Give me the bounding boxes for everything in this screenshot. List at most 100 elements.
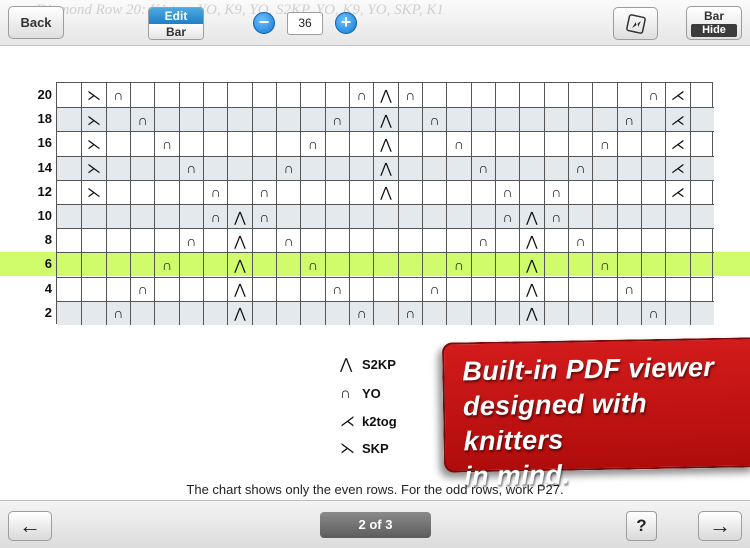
chart-cell (519, 108, 543, 132)
s2kp-icon: ⋀ (227, 205, 251, 229)
previous-page-button[interactable]: ← (8, 511, 52, 541)
chart-cell (202, 253, 227, 277)
chart-cell (373, 253, 397, 277)
chart-row-20: ⋋ ∩ ∩ ⋀ ∩ ∩ ⋌ (57, 83, 714, 108)
chart-cell (446, 180, 470, 204)
chart-cell (251, 132, 276, 156)
yo-icon: ∩ (324, 108, 349, 132)
chart-cell (202, 301, 227, 325)
chart-cell (519, 156, 543, 180)
chart-cell (470, 253, 495, 277)
chart-cell (616, 132, 641, 156)
chart-cell (494, 108, 519, 132)
bar-hide-bottom-label: Hide (691, 24, 737, 37)
edit-bar-button[interactable]: Edit Bar (148, 7, 204, 40)
page-indicator[interactable]: 2 of 3 (320, 512, 431, 538)
chart-cell (348, 156, 373, 180)
s2kp-icon: ⋀ (519, 277, 543, 301)
legend-label: SKP (362, 440, 389, 456)
chart-cell (324, 301, 349, 325)
chart-cell (275, 253, 300, 277)
edit-label: Edit (149, 8, 203, 24)
skp-icon: ⋋ (81, 132, 105, 156)
chart-cell (227, 180, 251, 204)
chart-cell (57, 253, 81, 276)
chart-cell (178, 180, 203, 204)
chart-cell (202, 156, 227, 180)
chart-cell (689, 253, 714, 277)
skp-icon: ⋋ (340, 440, 355, 457)
share-arrow-icon (625, 13, 646, 34)
chart-cell (470, 277, 495, 301)
next-page-button[interactable]: → (698, 511, 742, 541)
yo-icon: ∩ (300, 253, 324, 277)
yo-icon: ∩ (154, 253, 178, 277)
chart-cell (251, 229, 276, 253)
chart-cell (275, 277, 300, 301)
increment-row-button[interactable]: + (335, 12, 357, 34)
chart-cell (616, 180, 641, 204)
yo-icon: ∩ (348, 83, 373, 108)
yo-icon: ∩ (640, 301, 665, 325)
chart-cell (640, 156, 665, 180)
row-label-16: 16 (37, 135, 52, 151)
s2kp-icon: ⋀ (519, 205, 543, 229)
chart-cell (154, 205, 178, 229)
chart-cell (348, 108, 373, 132)
chart-cell (592, 301, 616, 325)
chart-cell (300, 83, 324, 108)
chart-row-10: ∩ ⋀ ∩ ∩ ⋀ ∩ (57, 204, 714, 229)
decrement-row-button[interactable]: − (253, 12, 275, 34)
share-button[interactable] (613, 7, 658, 40)
chart-cell (275, 301, 300, 325)
yo-icon: ∩ (202, 180, 227, 204)
yo-icon: ∩ (397, 301, 422, 325)
skp-icon: ⋋ (81, 108, 105, 132)
chart-cell (567, 301, 592, 325)
chart-cell (202, 108, 227, 132)
chart-cell (105, 277, 130, 301)
chart-cell (470, 205, 495, 229)
yo-icon: ∩ (494, 180, 519, 204)
chart-cell (373, 229, 397, 253)
legend-label: k2tog (362, 413, 397, 429)
row-number-field[interactable]: 36 (287, 12, 323, 35)
chart-cell (275, 132, 300, 156)
chart-cell (57, 157, 81, 180)
chart-cell (154, 156, 178, 180)
chart-cell (519, 180, 543, 204)
chart-cell (57, 302, 81, 325)
chart-cell (129, 156, 154, 180)
chart-cell (105, 253, 130, 277)
help-button[interactable]: ? (626, 511, 657, 541)
bar-label: Bar (149, 24, 203, 39)
k2tog-icon: ⋌ (665, 83, 689, 108)
chart-cell (300, 205, 324, 229)
chart-cell (616, 229, 641, 253)
chart-cell (567, 132, 592, 156)
chart-cell (178, 108, 203, 132)
bar-hide-button[interactable]: Bar Hide (686, 6, 742, 40)
chart-cell (348, 180, 373, 204)
s2kp-icon: ⋀ (227, 301, 251, 325)
chart-cell (105, 156, 130, 180)
chart-cell (57, 108, 81, 131)
yo-icon: ∩ (470, 156, 495, 180)
chart-cell (373, 301, 397, 325)
chart-cell (543, 83, 568, 108)
chart-cell (300, 156, 324, 180)
k2tog-icon: ⋌ (665, 108, 689, 132)
chart-cell (470, 132, 495, 156)
back-button[interactable]: Back (8, 6, 64, 39)
chart-cell (57, 278, 81, 301)
chart-cell (446, 229, 470, 253)
k2tog-icon: ⋌ (340, 413, 355, 430)
yo-icon: ∩ (470, 229, 495, 253)
chart-cell (616, 83, 641, 108)
yo-icon: ∩ (592, 132, 616, 156)
chart-cell (57, 229, 81, 252)
s2kp-icon: ⋀ (373, 156, 397, 180)
chart-cell (689, 132, 714, 156)
chart-row-18: ⋋ ∩ ∩ ⋀ ∩ ∩ ⋌ (57, 107, 714, 132)
chart-cell (446, 205, 470, 229)
